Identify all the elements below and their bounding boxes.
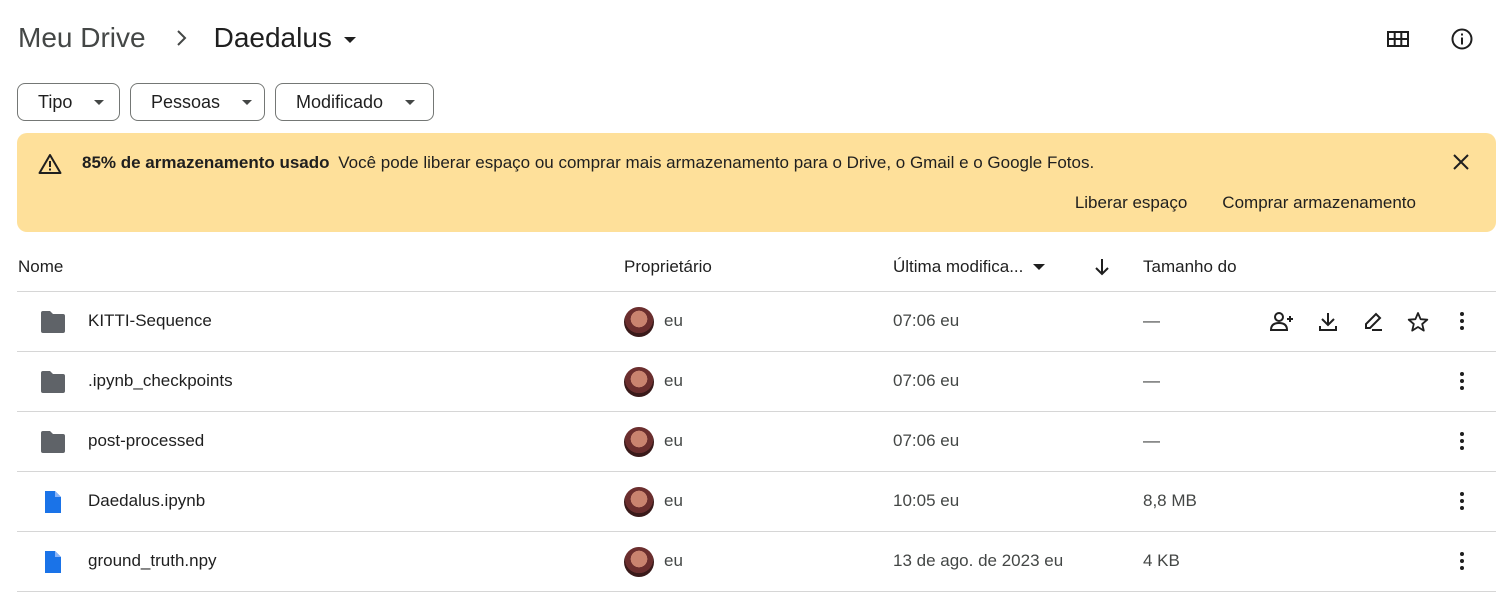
star-icon[interactable] [1407, 311, 1429, 338]
modified-date: 13 de ago. de 2023 eu [893, 551, 1064, 570]
owner-label: eu [664, 431, 683, 450]
avatar [624, 427, 654, 457]
table-row[interactable]: KITTI-Sequence eu 07:06 eu — [17, 292, 1496, 352]
caret-down-icon [242, 99, 253, 105]
modified-date: 07:06 eu [893, 371, 960, 390]
breadcrumb: Meu Drive Daedalus [18, 18, 356, 58]
storage-warning-banner: 85% de armazenamento usado Você pode lib… [17, 133, 1496, 232]
filter-modified-label: Modificado [296, 91, 384, 112]
buy-storage-button[interactable]: Comprar armazenamento [1222, 193, 1416, 213]
owner-label: eu [664, 311, 683, 330]
filter-people-chip[interactable]: Pessoas [130, 83, 265, 121]
breadcrumb-current-folder[interactable]: Daedalus [214, 22, 356, 54]
table-row[interactable]: Daedalus.ipynb eu 10:05 eu 8,8 MB [17, 472, 1496, 532]
column-header-name[interactable]: Nome [18, 255, 63, 279]
more-options-icon[interactable] [1451, 550, 1473, 577]
breadcrumb-current-label: Daedalus [213, 22, 332, 53]
caret-down-icon [94, 99, 105, 105]
more-options-icon[interactable] [1451, 310, 1473, 337]
more-options-icon[interactable] [1451, 490, 1473, 517]
column-header-owner[interactable]: Proprietário [624, 255, 712, 279]
info-icon[interactable] [1448, 25, 1476, 53]
modified-date: 10:05 eu [893, 491, 960, 510]
close-icon[interactable] [1452, 153, 1470, 176]
file-name: post-processed [88, 431, 205, 450]
banner-text: 85% de armazenamento usado Você pode lib… [82, 153, 1094, 173]
file-size: 4 KB [1143, 551, 1180, 570]
avatar [624, 367, 654, 397]
file-icon [43, 550, 63, 579]
breadcrumb-root[interactable]: Meu Drive [18, 22, 146, 54]
file-name: .ipynb_checkpoints [88, 371, 233, 390]
file-size: — [1143, 431, 1160, 450]
owner-label: eu [664, 551, 683, 570]
filter-modified-chip[interactable]: Modificado [275, 83, 434, 121]
caret-down-icon [1033, 264, 1046, 270]
grid-view-icon[interactable] [1384, 25, 1412, 53]
avatar [624, 547, 654, 577]
arrow-down-icon [1095, 259, 1109, 276]
caret-down-icon [343, 36, 356, 43]
banner-title: 85% de armazenamento usado [82, 153, 330, 172]
file-name: KITTI-Sequence [88, 311, 212, 330]
owner-label: eu [664, 371, 683, 390]
file-size: 8,8 MB [1143, 491, 1197, 510]
folder-icon [39, 370, 67, 399]
column-header-size[interactable]: Tamanho do [1143, 255, 1237, 279]
more-options-icon[interactable] [1451, 370, 1473, 397]
download-icon[interactable] [1317, 311, 1339, 338]
folder-icon [39, 430, 67, 459]
column-header-modified[interactable]: Última modifica... [893, 255, 1046, 279]
owner-label: eu [664, 491, 683, 510]
free-up-space-button[interactable]: Liberar espaço [1075, 193, 1187, 213]
filter-bar: Tipo Pessoas Modificado [17, 83, 434, 121]
rename-icon[interactable] [1362, 311, 1384, 338]
avatar [624, 307, 654, 337]
file-name: Daedalus.ipynb [88, 491, 206, 510]
file-icon [43, 490, 63, 519]
warning-icon [38, 153, 62, 180]
file-size: — [1143, 311, 1160, 330]
avatar [624, 487, 654, 517]
folder-icon [39, 310, 67, 339]
filter-type-label: Tipo [38, 91, 73, 112]
top-actions [1384, 25, 1476, 53]
modified-date: 07:06 eu [893, 431, 960, 450]
banner-actions: Liberar espaço Comprar armazenamento [1075, 193, 1416, 213]
column-header-modified-label: Última modifica... [893, 257, 1024, 276]
table-row[interactable]: ground_truth.npy eu 13 de ago. de 2023 e… [17, 532, 1496, 592]
banner-message: Você pode liberar espaço ou comprar mais… [338, 153, 1095, 172]
chevron-right-icon [176, 29, 188, 47]
share-icon[interactable] [1269, 311, 1294, 338]
table-row[interactable]: post-processed eu 07:06 eu — [17, 412, 1496, 472]
more-options-icon[interactable] [1451, 430, 1473, 457]
modified-date: 07:06 eu [893, 311, 960, 330]
row-actions [1269, 311, 1429, 338]
caret-down-icon [405, 99, 416, 105]
table-row[interactable]: .ipynb_checkpoints eu 07:06 eu — [17, 352, 1496, 412]
file-size: — [1143, 371, 1160, 390]
file-name: ground_truth.npy [88, 551, 217, 570]
filter-people-label: Pessoas [151, 91, 221, 112]
filter-type-chip[interactable]: Tipo [17, 83, 120, 121]
sort-direction-button[interactable] [1094, 255, 1110, 279]
